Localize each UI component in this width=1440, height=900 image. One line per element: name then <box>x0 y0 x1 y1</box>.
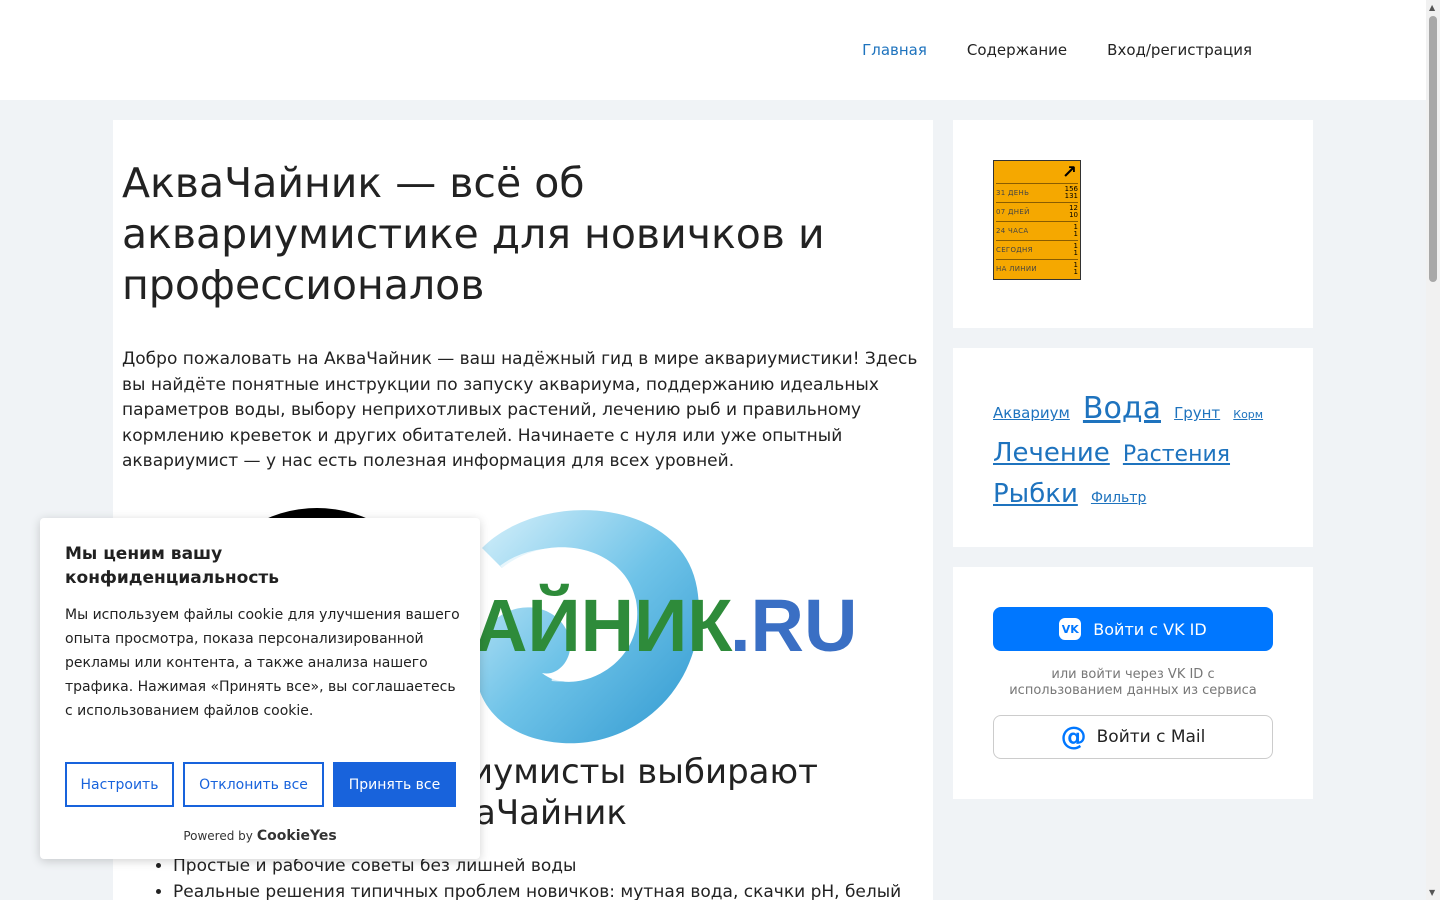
main-nav: Главная Содержание Вход/регистрация <box>862 0 1252 100</box>
tag-cloud-widget: Аквариум Вода Грунт Корм Лечение Растени… <box>953 348 1313 547</box>
cookie-banner: Мы ценим вашу конфиденциальность Мы испо… <box>40 518 480 859</box>
tag-link[interactable]: Аквариум <box>993 404 1070 422</box>
page-scrollbar[interactable]: ▲ ▼ <box>1426 0 1440 900</box>
nav-contents[interactable]: Содержание <box>967 41 1067 59</box>
cookieyes-logo[interactable]: CookieYes <box>257 828 337 844</box>
counter-row: 24 ЧАСА 1 1 <box>996 221 1078 238</box>
nav-home[interactable]: Главная <box>862 41 927 59</box>
vk-login-label: Войти с VK ID <box>1093 619 1207 639</box>
cookie-buttons: Настроить Отклонить все Принять все <box>65 762 456 807</box>
cookie-text: Мы используем файлы cookie для улучшения… <box>65 607 460 719</box>
tag-link[interactable]: Фильтр <box>1091 490 1146 506</box>
cookie-reject-button[interactable]: Отклонить все <box>183 762 324 807</box>
mail-icon: @ <box>1060 722 1087 752</box>
counter-row: 31 ДЕНЬ 156 131 <box>996 183 1078 200</box>
tag-link[interactable]: Вода <box>1083 391 1161 426</box>
page-title: АкваЧайник — всё об аквариумистике для н… <box>122 159 825 309</box>
counter-row: НА ЛИНИИ 1 1 <box>996 259 1078 276</box>
site-header: Главная Содержание Вход/регистрация <box>0 0 1426 100</box>
vk-note: или войти через VK ID с использованием д… <box>1009 667 1257 698</box>
feature-item: Реальные решения типичных проблем новичк… <box>173 879 901 900</box>
logo-text: АЙНИК <box>474 583 733 667</box>
counter-row: 07 ДНЕЙ 12 10 <box>996 202 1078 219</box>
mail-login-button[interactable]: @ Войти с Mail <box>993 715 1273 759</box>
section-title-line1: иумисты выбирают <box>471 752 818 792</box>
tag-link[interactable]: Растения <box>1123 442 1230 467</box>
tag-link[interactable]: Рыбки <box>993 479 1078 509</box>
scroll-up-icon[interactable]: ▲ <box>1429 3 1435 12</box>
counter-widget: ↗ 31 ДЕНЬ 156 131 07 ДНЕЙ 12 10 24 ЧАСА 1 1 СЕ… <box>953 120 1313 328</box>
section-title-line2: аЧайник <box>475 793 627 833</box>
logo-suffix: .RU <box>730 584 857 667</box>
auth-widget: VK Войти с VK ID или войти через VK ID с… <box>953 567 1313 799</box>
scroll-thumb[interactable] <box>1429 16 1437 282</box>
intro-paragraph: Добро пожаловать на АкваЧайник — ваш над… <box>122 349 918 471</box>
tag-cloud: Аквариум Вода Грунт Корм Лечение Растени… <box>993 390 1283 517</box>
features-list: Простые и рабочие советы без лишней воды… <box>173 853 901 900</box>
cookie-customize-button[interactable]: Настроить <box>65 762 174 807</box>
nav-login[interactable]: Вход/регистрация <box>1107 41 1252 59</box>
visit-counter[interactable]: ↗ 31 ДЕНЬ 156 131 07 ДНЕЙ 12 10 24 ЧАСА 1 1 СЕ… <box>993 160 1081 280</box>
scroll-down-icon[interactable]: ▼ <box>1429 888 1435 897</box>
mail-login-label: Войти с Mail <box>1096 727 1206 747</box>
vk-login-button[interactable]: VK Войти с VK ID <box>993 607 1273 651</box>
tag-link[interactable]: Корм <box>1233 408 1263 421</box>
cookie-powered-by: Powered by CookieYes <box>183 828 337 844</box>
arrow-icon: ↗ <box>1061 162 1077 183</box>
cookie-title: Мы ценим вашу конфиденциальность <box>65 544 280 588</box>
vk-icon: VK <box>1059 618 1082 640</box>
cookie-accept-button[interactable]: Принять все <box>333 762 456 807</box>
tag-link[interactable]: Грунт <box>1174 404 1220 422</box>
counter-row: СЕГОДНЯ 1 1 <box>996 240 1078 257</box>
tag-link[interactable]: Лечение <box>993 438 1110 468</box>
